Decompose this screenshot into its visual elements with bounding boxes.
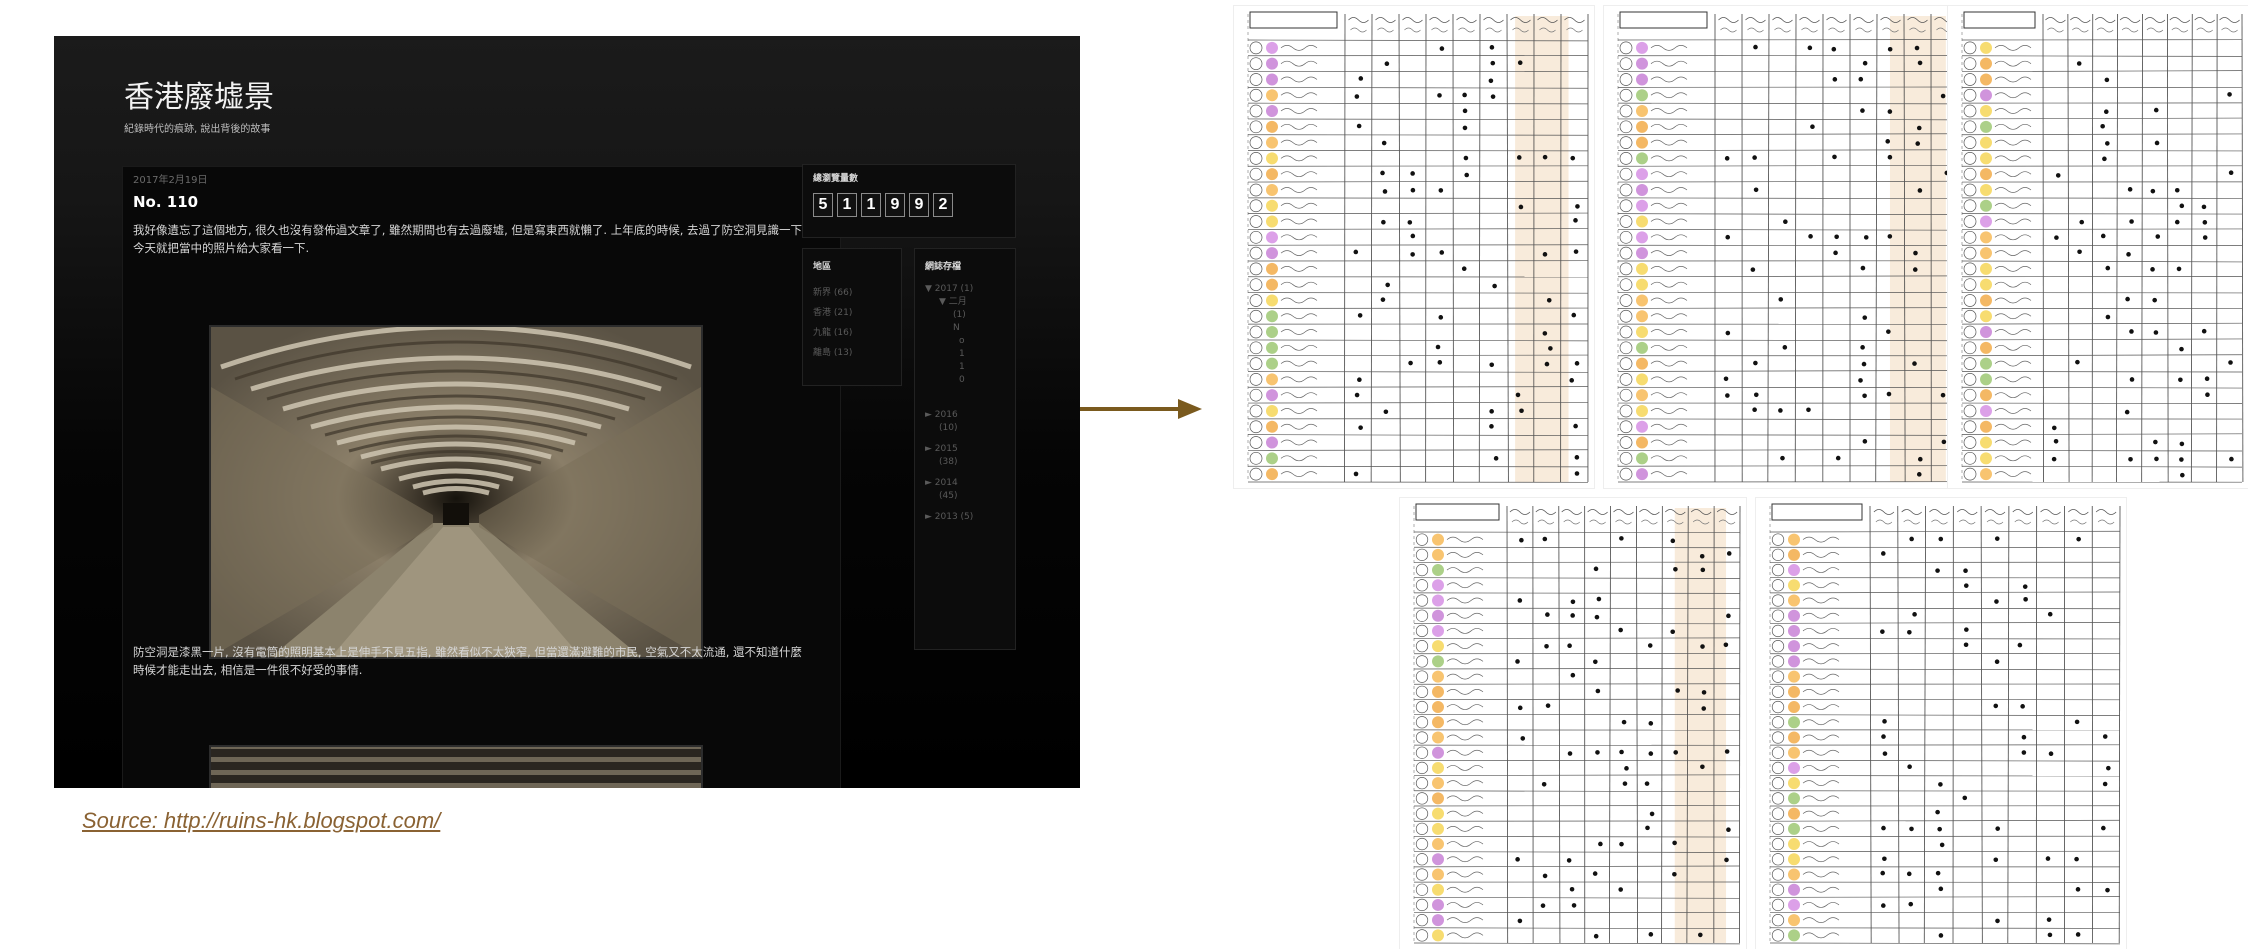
tunnel-photo[interactable] [209,745,703,788]
archive-post-char[interactable]: N [925,322,973,335]
counter-title: 總瀏覽量數 [813,174,859,184]
tunnel-photo-art [211,327,701,657]
archive-year[interactable]: ▼ 2017 (1) [925,283,973,296]
labels-heading: 地區 [813,262,832,272]
label-link[interactable]: 九龍 (16) [813,323,852,343]
label-link[interactable]: 新界 (66) [813,283,852,303]
field-sheet [1400,498,1746,949]
archive-count: (10) [939,423,958,433]
right-arrow-icon [1080,399,1202,419]
blog-screenshot: 香港廢墟景 紀錄時代的痕跡, 說出背後的故事 2017年2月19日 No. 11… [54,36,1080,788]
archive-year[interactable]: ► 2013 (5) [925,511,973,524]
tunnel-photo[interactable] [209,325,703,659]
label-link[interactable]: 香港 (21) [813,303,852,323]
hand-drawn-grid [1247,11,1589,483]
archive-month-detail: (1) [953,310,966,320]
hand-drawn-grid [1617,11,1959,483]
blog-title[interactable]: 香港廢墟景 [124,72,274,116]
post-title[interactable]: No. 110 [133,193,198,211]
labels-list: 新界 (66) 香港 (21) 九龍 (16) 離島 (13) [813,283,852,363]
archive-list: ▼ 2017 (1) ▼ 二月 (1) N o 1 1 0 ► 2016 (10… [925,283,973,524]
label-link[interactable]: 離島 (13) [813,343,852,363]
field-sheet [1948,6,2248,488]
archive-count: (45) [939,491,958,501]
field-sheet [1756,498,2126,949]
archive-count: (38) [939,457,958,467]
post-date: 2017年2月19日 [133,175,208,186]
counter-digit: 1 [861,193,881,217]
archive-month[interactable]: ▼ 二月 [925,296,973,309]
labels-widget: 地區 新界 (66) 香港 (21) 九龍 (16) 離島 (13) [802,248,902,386]
counter-digit: 2 [933,193,953,217]
archive-post-char[interactable]: 1 [925,361,973,374]
source-caption[interactable]: Source: http://ruins-hk.blogspot.com/ [82,808,440,834]
counter-digit: 9 [909,193,929,217]
counter-digit: 5 [813,193,833,217]
field-sheet [1604,6,1964,488]
archive-year[interactable]: ► 2015 [925,443,973,456]
blog-description: 紀錄時代的痕跡, 說出背後的故事 [124,124,271,135]
post-paragraph: 防空洞是漆黑一片, 沒有電筒的照明基本上是伸手不見五指, 雖然看似不太狹窄, 但… [133,645,803,677]
pageview-counter: 5 1 1 9 9 2 [813,193,953,217]
blog-post: 2017年2月19日 No. 110 我好像遺忘了這個地方, 很久也沒有發佈過文… [122,166,841,788]
archive-year[interactable]: ► 2016 [925,409,973,422]
archive-year[interactable]: ► 2014 [925,477,973,490]
counter-digit: 9 [885,193,905,217]
hand-drawn-grid [1961,11,2244,483]
archive-heading: 網誌存檔 [925,262,962,272]
archive-post-char[interactable]: o [925,335,973,348]
archive-post-char[interactable]: 1 [925,348,973,361]
pageview-counter-widget: 總瀏覽量數 5 1 1 9 9 2 [802,164,1016,238]
hand-drawn-grid [1769,503,2121,945]
post-paragraph: 我好像遺忘了這個地方, 很久也沒有發佈過文章了, 雖然期間也有去過廢墟, 但是寫… [133,223,806,255]
hand-drawn-grid [1413,503,1741,945]
counter-digit: 1 [837,193,857,217]
field-sheet [1234,6,1594,488]
archive-post-char[interactable]: 0 [925,374,973,387]
archive-widget: 網誌存檔 ▼ 2017 (1) ▼ 二月 (1) N o 1 1 0 ► 201… [914,248,1016,650]
